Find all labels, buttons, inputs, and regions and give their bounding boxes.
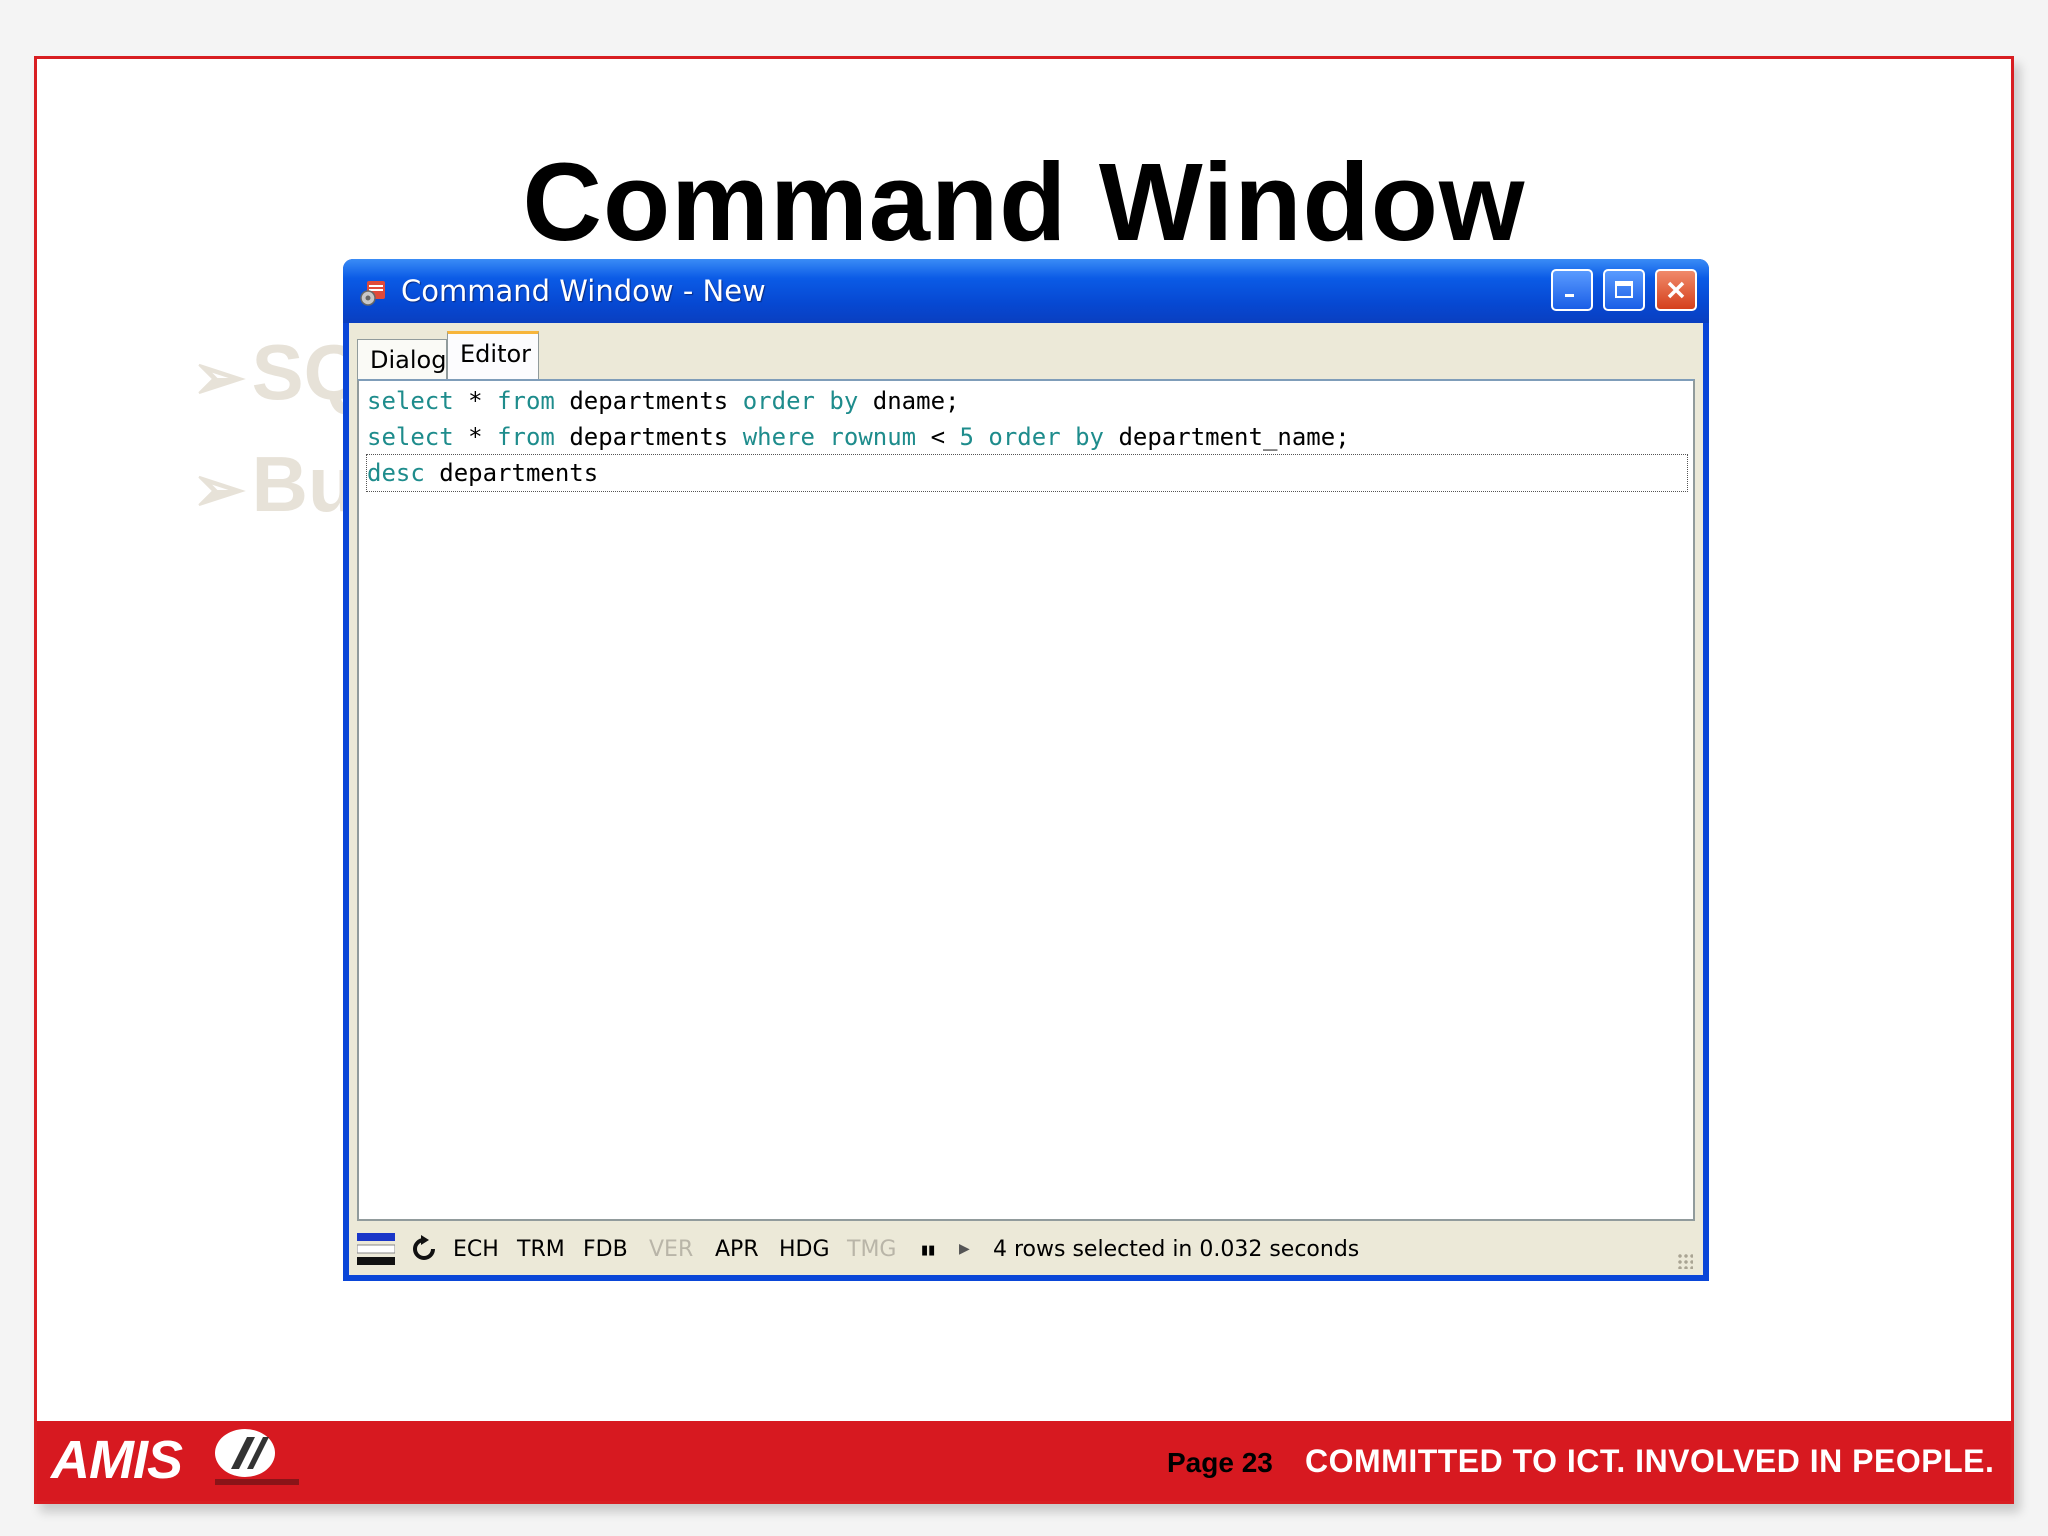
pause-icon[interactable]: ▮▮: [921, 1243, 935, 1258]
tagline: COMMITTED TO ICT. INVOLVED IN PEOPLE.: [1305, 1443, 1995, 1479]
tab-dialog[interactable]: Dialog: [357, 339, 447, 379]
toggle-ech[interactable]: ECH: [453, 1237, 499, 1262]
slide: Command Window ➢SQ ➢Bu Command Window - …: [34, 56, 2014, 1504]
minimize-icon: [1565, 294, 1574, 297]
amis-logo: AMIS: [51, 1430, 183, 1490]
toggle-tmg[interactable]: TMG: [847, 1237, 896, 1262]
output-pane-icon[interactable]: [357, 1233, 395, 1265]
toggle-trm[interactable]: TRM: [517, 1237, 565, 1262]
close-button[interactable]: [1655, 269, 1697, 311]
maximize-icon: [1615, 281, 1633, 298]
close-icon: [1667, 281, 1685, 299]
window-client-area: Dialog Editor select * from departments …: [349, 323, 1703, 1275]
maximize-button[interactable]: [1603, 269, 1645, 311]
ghost-bullet-2: ➢Bu: [192, 439, 356, 530]
code-line[interactable]: select * from departments order by dname…: [367, 383, 1687, 419]
status-message: 4 rows selected in 0.032 seconds: [993, 1237, 1360, 1262]
footer-bar: AMIS Page 23 COMMITTED TO ICT. INVOLVED …: [37, 1421, 2011, 1501]
bullet-arrow-icon: ➢: [192, 341, 246, 413]
slide-title: Command Window: [522, 141, 1526, 264]
ghost-bullet-text: Bu: [251, 440, 356, 528]
company-logo-icon: [215, 1429, 299, 1485]
ghost-bullet-1: ➢SQ: [192, 327, 364, 418]
command-window: Command Window - New Dialog Editor selec…: [343, 259, 1709, 1281]
refresh-icon[interactable]: [411, 1235, 437, 1263]
toggle-ver[interactable]: VER: [649, 1237, 693, 1262]
app-icon: [360, 281, 385, 306]
toggle-apr[interactable]: APR: [715, 1237, 759, 1262]
code-line[interactable]: select * from departments where rownum <…: [367, 419, 1687, 455]
status-bar: ECH TRM FDB VER APR HDG TMG ▮▮ ▶ 4 rows …: [355, 1227, 1697, 1273]
sql-editor[interactable]: select * from departments order by dname…: [357, 379, 1695, 1221]
toggle-fdb[interactable]: FDB: [583, 1237, 628, 1262]
tab-editor[interactable]: Editor: [447, 331, 539, 379]
window-title: Command Window - New: [401, 274, 766, 308]
page-number: Page 23: [1167, 1447, 1273, 1478]
toggle-hdg[interactable]: HDG: [779, 1237, 830, 1262]
bullet-arrow-icon: ➢: [192, 453, 246, 525]
code-area[interactable]: select * from departments order by dname…: [366, 383, 1688, 492]
play-icon[interactable]: ▶: [959, 1241, 970, 1257]
resize-grip[interactable]: [1677, 1253, 1693, 1269]
minimize-button[interactable]: [1551, 269, 1593, 311]
code-line[interactable]: desc departments: [366, 454, 1688, 492]
window-titlebar[interactable]: Command Window - New: [343, 259, 1709, 323]
